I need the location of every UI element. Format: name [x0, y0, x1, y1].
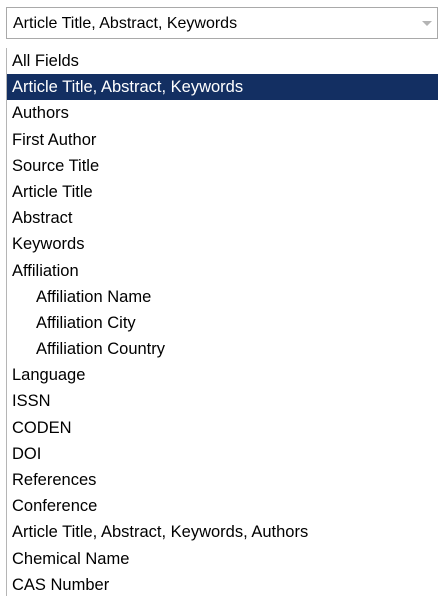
option-affiliation-name[interactable]: Affiliation Name — [7, 284, 438, 310]
search-field-dropdown-list[interactable]: All Fields Article Title, Abstract, Keyw… — [6, 48, 438, 596]
option-article-title-abstract-keywords[interactable]: Article Title, Abstract, Keywords — [7, 74, 438, 101]
option-coden[interactable]: CODEN — [7, 415, 438, 441]
chevron-down-icon[interactable] — [422, 21, 432, 26]
option-article-title-abstract-keywords-authors[interactable]: Article Title, Abstract, Keywords, Autho… — [7, 519, 438, 545]
option-doi[interactable]: DOI — [7, 441, 438, 467]
option-abstract[interactable]: Abstract — [7, 205, 438, 231]
option-conference[interactable]: Conference — [7, 493, 438, 519]
option-all-fields[interactable]: All Fields — [7, 48, 438, 74]
option-affiliation-country[interactable]: Affiliation Country — [7, 336, 438, 362]
option-affiliation-city[interactable]: Affiliation City — [7, 310, 438, 336]
option-chemical-name[interactable]: Chemical Name — [7, 546, 438, 572]
option-cas-number[interactable]: CAS Number — [7, 572, 438, 598]
select-current-value: Article Title, Abstract, Keywords — [13, 15, 238, 32]
option-issn[interactable]: ISSN — [7, 388, 438, 414]
option-source-title[interactable]: Source Title — [7, 153, 438, 179]
option-references[interactable]: References — [7, 467, 438, 493]
option-language[interactable]: Language — [7, 362, 438, 388]
option-affiliation[interactable]: Affiliation — [7, 258, 438, 284]
search-field-select[interactable]: Article Title, Abstract, Keywords — [6, 7, 438, 39]
option-keywords[interactable]: Keywords — [7, 231, 438, 257]
option-article-title[interactable]: Article Title — [7, 179, 438, 205]
option-first-author[interactable]: First Author — [7, 127, 438, 153]
option-authors[interactable]: Authors — [7, 100, 438, 126]
